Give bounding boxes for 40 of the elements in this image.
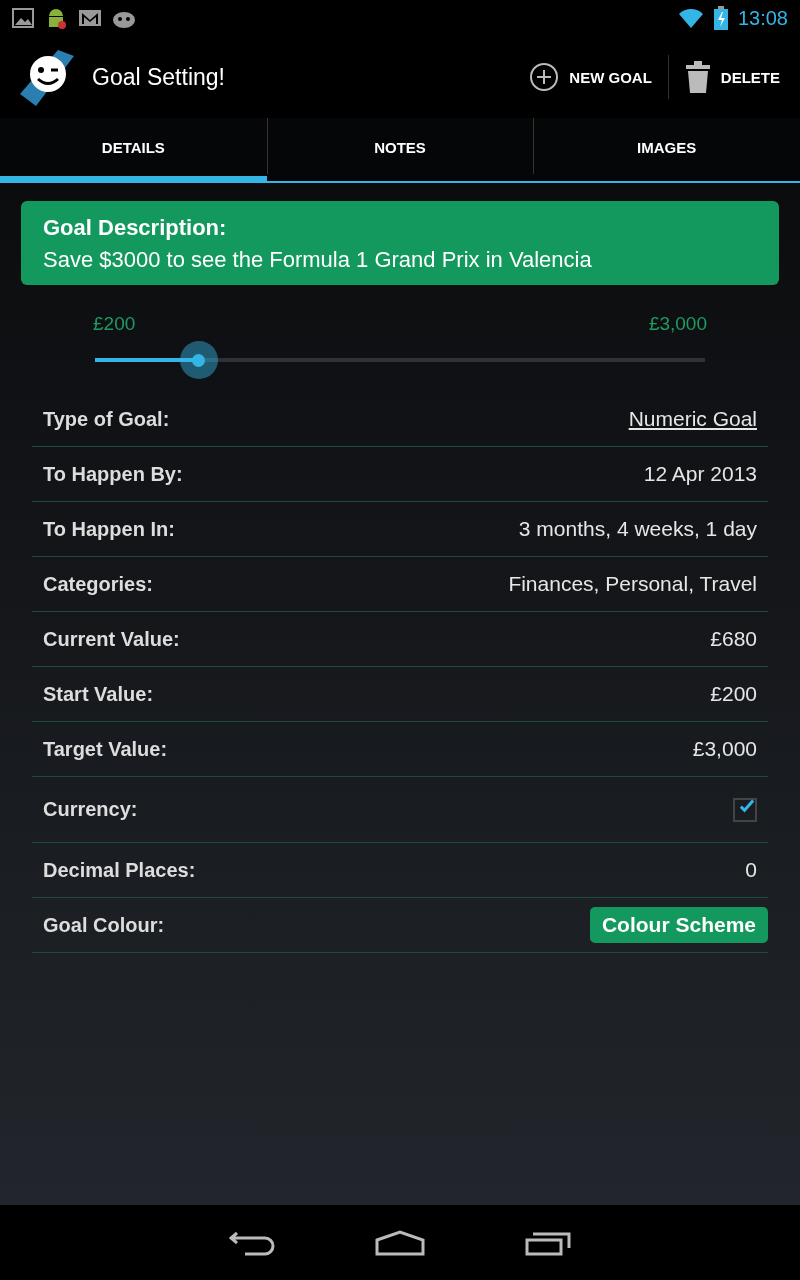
tab[interactable]: DETAILS — [0, 118, 267, 176]
goal-description: Save $3000 to see the Formula 1 Grand Prix in Valencia — [43, 247, 593, 273]
field-label: To Happen By: — [43, 462, 183, 486]
trash-icon — [684, 61, 711, 93]
tab[interactable]: NOTES — [266, 118, 534, 176]
field-value: 12 Apr 2013 — [643, 462, 757, 486]
min-label: £200 — [93, 313, 136, 335]
field-label: Categories: — [43, 572, 154, 596]
colour-scheme-button[interactable]: Colour Scheme — [589, 907, 768, 943]
field-label: To Happen In: — [43, 517, 175, 541]
home-icon[interactable] — [375, 1229, 425, 1256]
field-label: Target Value: — [43, 737, 168, 761]
field-label: Type of Goal: — [43, 407, 170, 431]
new-goal-button[interactable]: NEW GOAL — [519, 54, 662, 100]
delete-button[interactable]: DELETE — [674, 53, 790, 101]
field-value: Finances, Personal, Travel — [508, 572, 757, 596]
field-label: Goal Colour: — [43, 913, 165, 937]
image-icon — [12, 8, 34, 28]
currency-checkbox[interactable] — [733, 797, 757, 822]
field-value: 3 months, 4 weeks, 1 day — [518, 517, 757, 541]
field-label: Decimal Places: — [43, 858, 196, 882]
field-value: £200 — [710, 682, 757, 706]
max-label: £3,000 — [648, 313, 707, 335]
field-label: Currency: — [43, 798, 138, 821]
field-value: 0 — [745, 858, 757, 882]
add-icon — [529, 62, 560, 92]
field-label: Current Value: — [43, 627, 180, 651]
goal-heading: Goal Description: — [43, 215, 228, 241]
tab[interactable]: IMAGES — [533, 118, 800, 176]
app-title: Goal Setting! — [92, 63, 225, 91]
field-label: Start Value: — [43, 682, 154, 706]
slider-thumb[interactable] — [179, 341, 218, 379]
mail-icon — [78, 8, 102, 28]
goal-type-link[interactable]: Numeric Goal — [628, 407, 757, 431]
clock-time: 13:08 — [737, 6, 788, 30]
field-value: £680 — [710, 627, 757, 651]
battery-icon — [713, 6, 728, 30]
wifi-icon — [677, 8, 704, 28]
field-value: £3,000 — [692, 737, 757, 761]
back-icon[interactable] — [229, 1229, 275, 1256]
